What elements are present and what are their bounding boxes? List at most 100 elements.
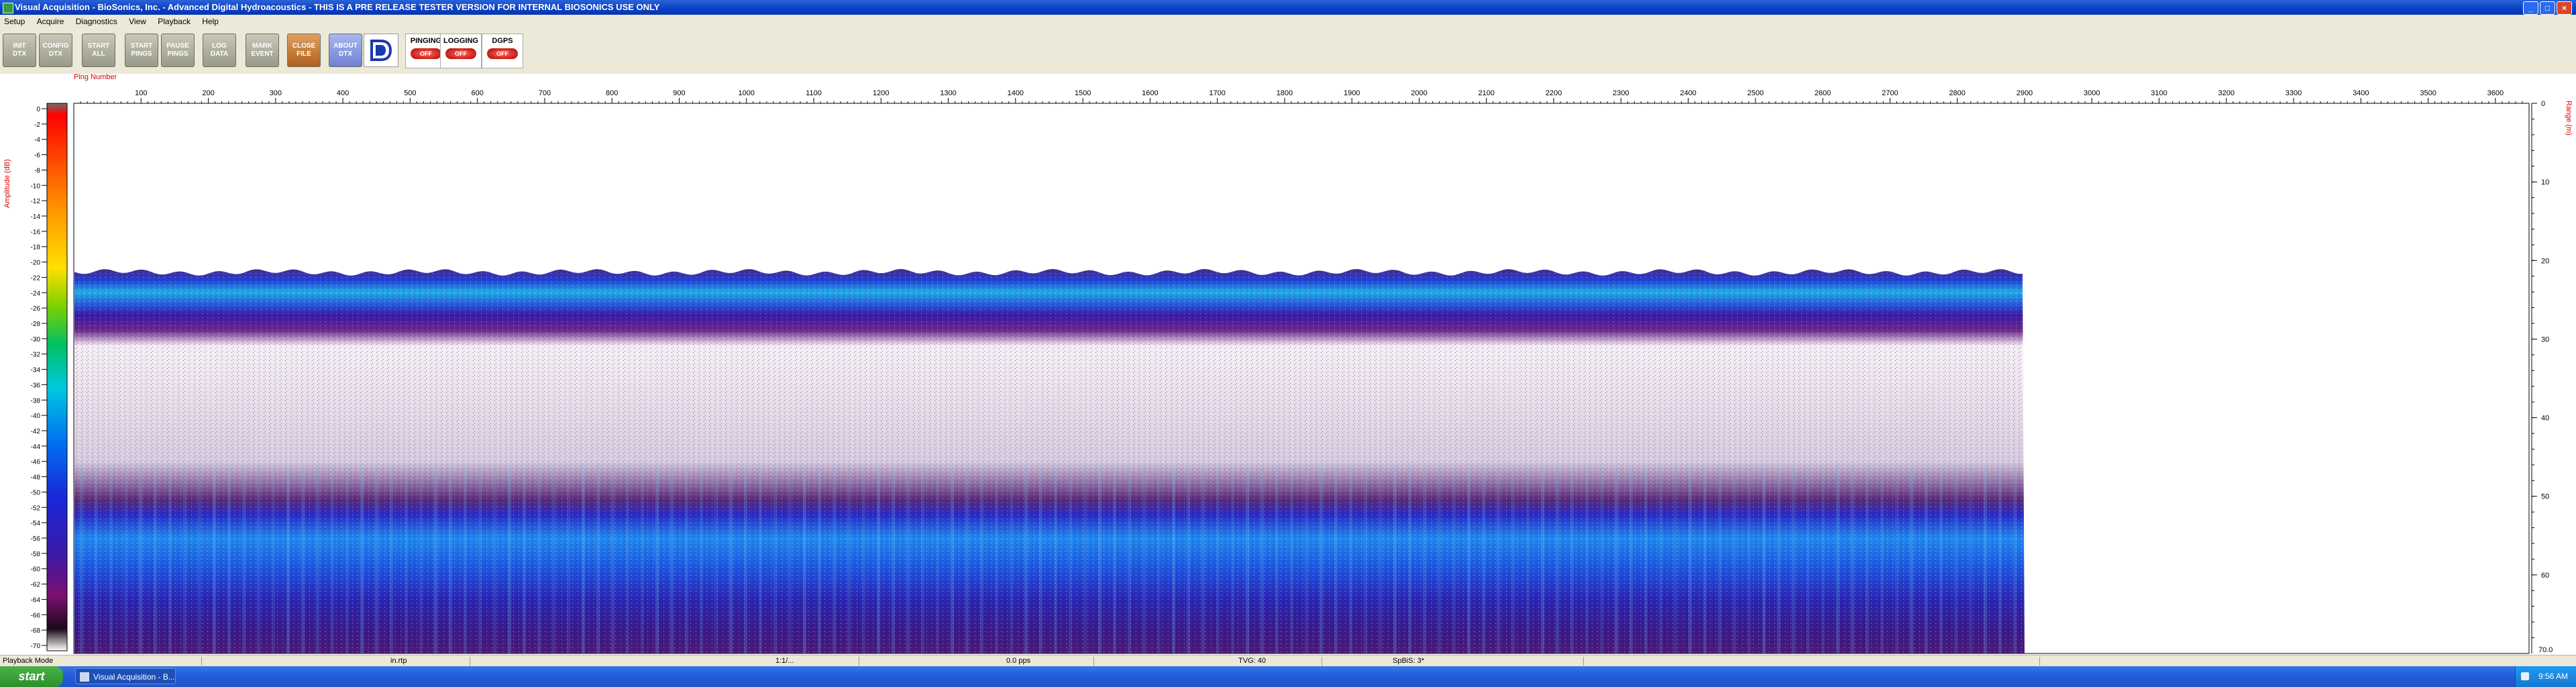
taskbar: start Visual Acquisition - B... 9:56 AM [0,666,2576,687]
ping-axis: 100 200 300 400 500 600 700 800 900 1000 1100 1200 1… [74,89,2529,104]
ping-tick-label: 900 [673,89,685,97]
echo-streak [345,464,349,653]
menu-setup[interactable]: Setup [4,17,25,26]
amplitude-axis-title: Amplitude (dB) [3,159,11,208]
echo-streak [1497,464,1500,653]
ping-tick-label: 3100 [2151,89,2167,97]
echo-streak [714,464,718,653]
echo-streak [2013,464,2017,653]
amplitude-tick-label: -42 [31,428,41,435]
echo-streak [936,464,939,653]
window-controls: _ □ × [2523,1,2572,15]
echo-streak [980,464,983,653]
amplitude-tick-label: -22 [31,274,41,282]
start-all-button[interactable]: START ALL [82,34,115,67]
echo-streak [1925,464,1928,653]
taskbar-item-visual-acquisition[interactable]: Visual Acquisition - B... [75,668,176,684]
ping-tick-label: 1700 [1209,89,1225,97]
ping-tick-label: 200 [202,89,214,97]
echo-streak [788,464,792,653]
pause-pings-button[interactable]: PAUSE PINGS [161,34,195,67]
config-dtx-button[interactable]: CONFIG DTX [39,34,72,67]
close-button[interactable]: × [2557,1,2572,15]
echo-streak [1733,464,1736,653]
echo-streak [685,464,688,653]
menu-acquire[interactable]: Acquire [37,17,64,26]
echo-streak [729,464,733,653]
ping-tick-label: 2400 [1680,89,1696,97]
echo-streak [1836,464,1839,653]
ping-tick-label: 2100 [1479,89,1495,97]
echo-streak [419,464,423,653]
echo-streak [227,464,231,653]
echo-streak [1320,464,1323,653]
echo-streak [818,464,821,653]
amplitude-tick-label: -56 [31,535,41,543]
amplitude-tick-label: -4 [34,137,40,144]
echo-streak [1172,464,1175,653]
echo-streak [1807,464,1810,653]
amplitude-tick-label: -20 [31,260,41,267]
echo-streak [1762,464,1766,653]
status-divider [201,657,202,666]
ping-tick-label: 2700 [1882,89,1898,97]
echo-streak [1098,464,1102,653]
range-tick-label: 50 [2541,493,2549,501]
ping-tick-label: 1300 [940,89,956,97]
menu-bar: Setup Acquire Diagnostics View Playback … [0,15,2576,28]
echo-streak [213,464,216,653]
echo-streak [1113,464,1116,653]
echo-streak [537,464,541,653]
echo-streak [434,464,437,653]
echo-streak [1423,464,1426,653]
echo-streak [198,464,201,653]
ping-tick-label: 500 [404,89,416,97]
ping-tick-label: 800 [606,89,618,97]
amplitude-tick-label: -70 [31,643,41,650]
mark-event-button[interactable]: MARK EVENT [246,34,279,67]
start-button[interactable]: start [0,666,63,687]
maximize-button[interactable]: □ [2540,1,2555,15]
init-dtx-button[interactable]: INIT DTX [3,34,36,67]
echo-streak [1290,464,1293,653]
menu-playback[interactable]: Playback [158,17,191,26]
echo-streak [833,464,836,653]
range-axis: 0 10 20 30 40 50 60 70.0 [2531,100,2553,654]
close-file-button[interactable]: CLOSE FILE [287,34,321,67]
echogram-panel[interactable]: 0 -2 -4 -6 -8 -10 -12 -14 -16 -18 -20 -22 -24 -26 -28 -… [0,73,2576,657]
ping-tick-label: 1900 [1344,89,1360,97]
minimize-button[interactable]: _ [2523,1,2538,15]
log-data-button[interactable]: LOG DATA [203,34,236,67]
echo-streak [1570,464,1574,653]
start-pings-button[interactable]: START PINGS [125,34,158,67]
echo-streak [1128,464,1131,653]
echo-streak [1954,464,1957,653]
echo-streak [360,464,364,653]
echo-streak [1305,464,1308,653]
echo-streak [464,464,467,653]
app-icon [80,672,89,682]
amplitude-tick-label: -46 [31,459,41,466]
pinging-state: OFF [411,48,441,59]
echo-streak [1216,464,1220,653]
color-scale-bar [46,103,68,651]
echo-streak [1379,464,1382,653]
status-bar: Playback Mode in.rtp 1:1/... 0.0 pps TVG… [0,655,2576,667]
biosonics-logo-icon [370,40,392,61]
amplitude-tick-label: -58 [31,551,41,558]
menu-help[interactable]: Help [202,17,219,26]
menu-view[interactable]: View [129,17,146,26]
about-dtx-button[interactable]: ABOUT DTX [329,34,362,67]
echo-streak [1511,464,1515,653]
network-icon[interactable] [2521,672,2529,680]
biosonics-logo[interactable] [364,34,398,67]
echo-streak [1408,464,1411,653]
amplitude-tick-label: -6 [34,152,40,160]
amplitude-tick-label: -62 [31,582,41,589]
echo-streak [168,464,172,653]
echogram-data [74,268,2025,653]
menu-diagnostics[interactable]: Diagnostics [76,17,117,26]
status-mode: Playback Mode [3,657,54,665]
ping-tick-label: 2600 [1815,89,1831,97]
dgps-indicator: DGPS OFF [482,34,523,68]
